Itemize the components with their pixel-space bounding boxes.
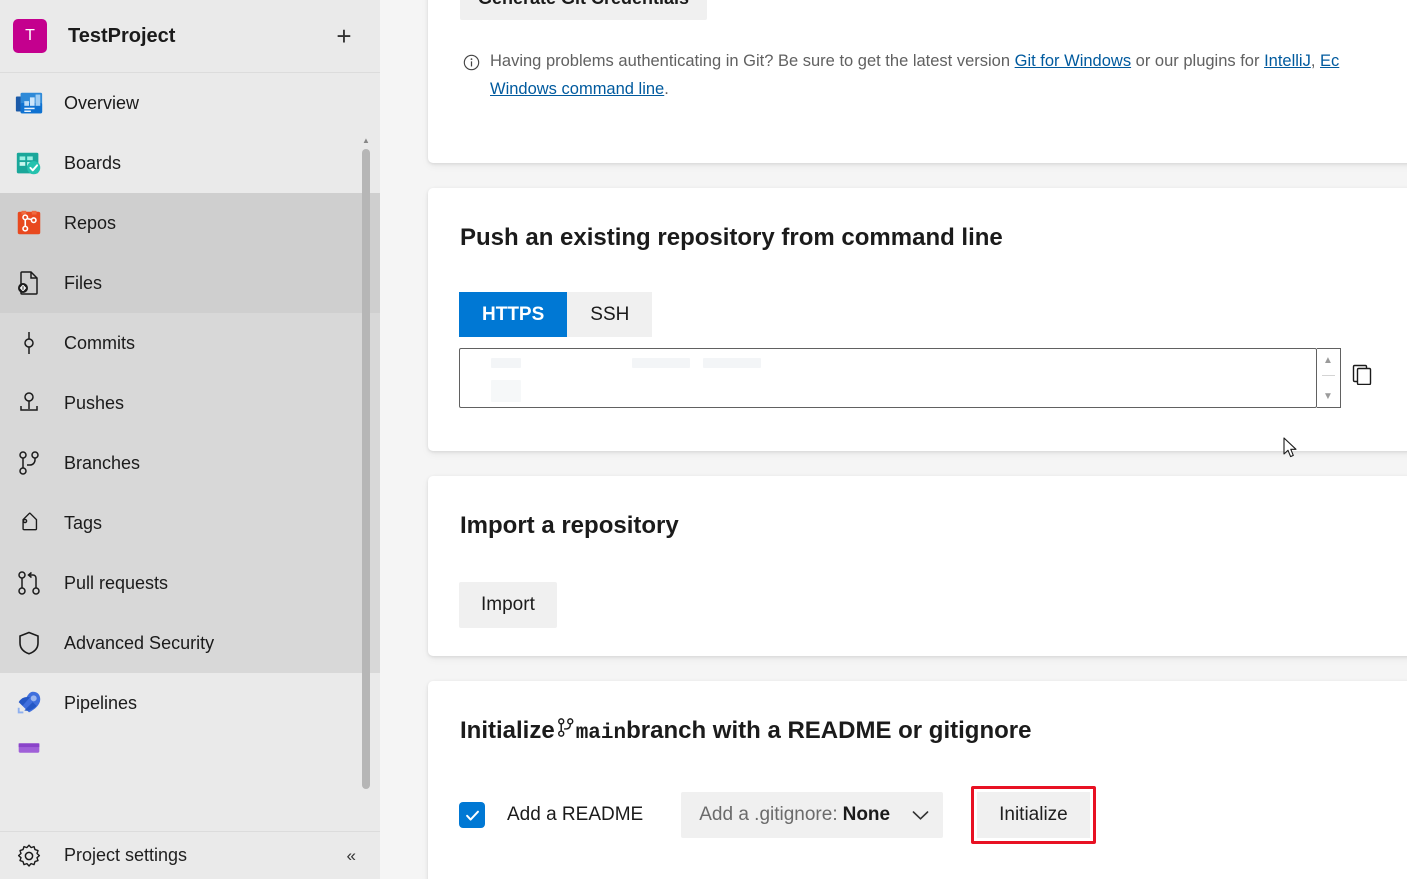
sidebar-item-label: Tags [64,513,102,534]
project-name: TestProject [68,25,328,48]
scroll-down-icon[interactable]: ▼ [1317,387,1339,405]
info-suffix: . [664,80,669,98]
pull-requests-icon [10,570,48,596]
info-mid: or our plugins for [1131,52,1264,70]
main-content: Generate Git Credentials Having problems… [380,0,1407,879]
push-protocol-tabs: HTTPS SSH [459,292,652,337]
branch-icon [556,717,575,738]
scroll-up-icon[interactable]: ▲ [1317,351,1339,369]
branches-icon [10,450,48,476]
scroll-up-icon[interactable]: ▲ [360,135,372,145]
repos-subnav: Files Commits [0,253,380,673]
git-auth-info-banner: Having problems authenticating in Git? B… [460,47,1407,103]
git-auth-info-text: Having problems authenticating in Git? B… [490,47,1339,103]
import-card-title: Import a repository [460,512,679,540]
initialize-button[interactable]: Initialize [977,792,1090,838]
repos-icon [10,208,48,238]
sidebar-item-label: Pushes [64,393,124,414]
sidebar-item-tags[interactable]: Tags [0,493,380,553]
clone-repository-card: Generate Git Credentials Having problems… [428,0,1407,163]
branch-name: main [576,722,626,745]
scrollbar-divider [1322,375,1335,376]
sidebar-item-label: Overview [64,93,139,114]
sidebar-item-label: Advanced Security [64,633,214,654]
sidebar-item-pushes[interactable]: Pushes [0,373,380,433]
sidebar-item-label: Repos [64,213,116,234]
initialize-card-title: Initialize main branch with a README or … [460,717,1031,745]
project-settings-label: Project settings [64,845,187,866]
tags-icon [10,510,48,536]
project-avatar: T [13,19,47,53]
shield-icon [10,630,48,656]
loading-skeleton [491,358,521,368]
git-for-windows-link[interactable]: Git for Windows [1015,52,1131,70]
sidebar-scrollbar[interactable]: ▲ ▼ [360,135,372,831]
info-icon [460,54,482,71]
sidebar-item-label: Pipelines [64,693,137,714]
files-icon [10,270,48,296]
sidebar-item-label: Files [64,273,102,294]
tab-https[interactable]: HTTPS [459,292,567,337]
sidebar-item-commits[interactable]: Commits [0,313,380,373]
sidebar-item-label: Commits [64,333,135,354]
loading-skeleton [632,358,690,368]
gitignore-dropdown-value: None [843,804,891,826]
command-scrollbar[interactable]: ▲ ▼ [1317,348,1341,408]
push-existing-repository-card: Push an existing repository from command… [428,188,1407,451]
sidebar-item-overview[interactable]: Overview [0,73,380,133]
sidebar-item-partial[interactable] [0,733,380,763]
intellij-link[interactable]: IntelliJ [1264,52,1311,70]
import-repository-card: Import a repository Import [428,476,1407,656]
sidebar-item-pipelines[interactable]: Pipelines [0,673,380,733]
initialize-button-highlight: Initialize [971,786,1096,844]
windows-command-line-link[interactable]: Windows command line [490,80,664,98]
chevron-down-icon [912,810,929,821]
import-button[interactable]: Import [459,582,557,628]
copy-icon[interactable] [1346,358,1378,390]
gitignore-dropdown-label: Add a .gitignore: [699,804,837,826]
sidebar-item-advanced-security[interactable]: Advanced Security [0,613,380,673]
add-project-button[interactable]: + [328,20,360,52]
sidebar-item-boards[interactable]: Boards [0,133,380,193]
sidebar-item-label: Boards [64,153,121,174]
scrollbar-thumb[interactable] [362,149,370,789]
add-readme-checkbox[interactable] [459,802,485,828]
initialize-repository-card: Initialize main branch with a README or … [428,681,1407,879]
sidebar-item-branches[interactable]: Branches [0,433,380,493]
add-readme-label: Add a README [507,804,643,826]
sidebar-item-label: Pull requests [64,573,168,594]
sidebar-item-label: Branches [64,453,140,474]
commits-icon [10,330,48,356]
init-title-suffix: branch with a README or gitignore [626,717,1031,745]
project-sidebar: T TestProject + [0,0,380,879]
pushes-icon [10,390,48,416]
loading-skeleton [491,380,521,402]
pipelines-icon [10,688,48,718]
sidebar-item-project-settings[interactable]: Project settings « [0,831,380,879]
gear-icon [10,843,48,869]
eclipse-link[interactable]: Ec [1320,52,1339,70]
info-prefix: Having problems authenticating in Git? B… [490,52,1015,70]
init-title-prefix: Initialize [460,717,555,745]
boards-icon [10,148,48,178]
info-comma: , [1311,52,1320,70]
sidebar-item-repos[interactable]: Repos [0,193,380,253]
project-header: T TestProject + [0,0,380,73]
test-plans-icon [10,741,48,755]
collapse-sidebar-icon[interactable]: « [347,846,356,866]
sidebar-nav: Overview Boards [0,73,380,831]
loading-skeleton [703,358,761,368]
sidebar-item-files[interactable]: Files [0,253,380,313]
generate-git-credentials-button[interactable]: Generate Git Credentials [460,0,707,20]
sidebar-item-pull-requests[interactable]: Pull requests [0,553,380,613]
app-root: T TestProject + [0,0,1407,879]
push-command-textarea[interactable] [459,348,1317,408]
gitignore-dropdown[interactable]: Add a .gitignore: None [681,792,943,838]
push-card-title: Push an existing repository from command… [460,224,1003,252]
tab-ssh[interactable]: SSH [567,292,652,337]
initialize-controls-row: Add a README Add a .gitignore: None Init… [459,786,1096,844]
overview-icon [10,88,48,118]
